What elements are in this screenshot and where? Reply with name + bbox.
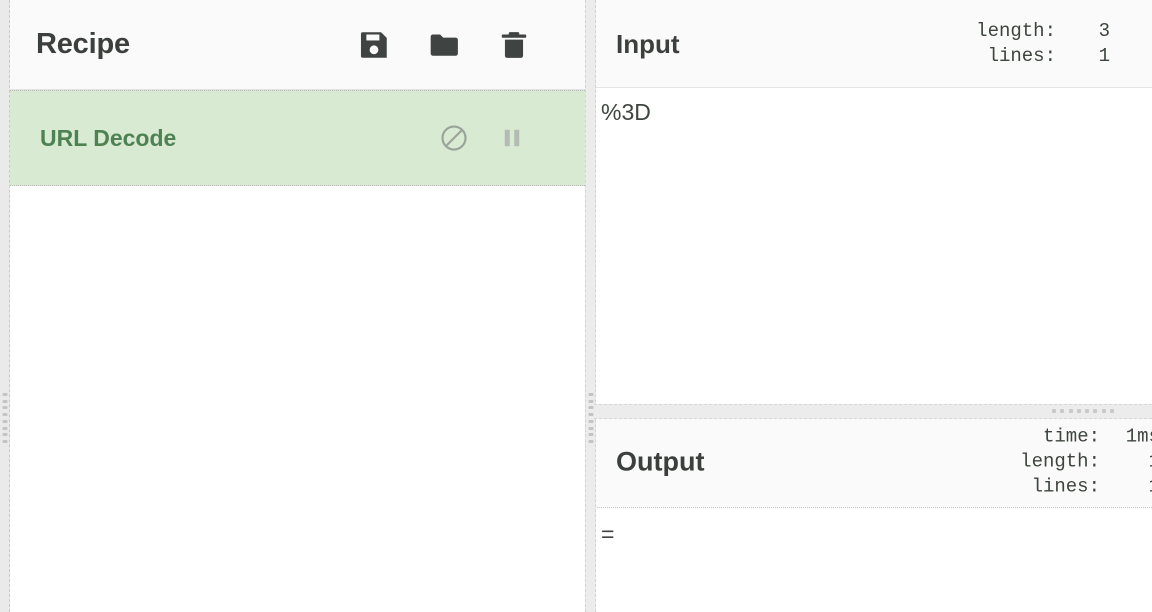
input-length-value: 3 (1098, 19, 1110, 42)
left-splitter-gutter[interactable] (0, 0, 10, 612)
io-column: Input length: 3 lines: 1 %3D Output time… (594, 0, 1152, 612)
splitter-grip (588, 393, 593, 443)
input-body: %3D (594, 88, 1152, 404)
input-output-splitter-gutter[interactable] (594, 404, 1152, 419)
recipe-title: Recipe (36, 28, 130, 60)
clear-recipe-button[interactable] (497, 28, 531, 62)
output-length-label: length: (1020, 450, 1100, 473)
output-pane: Output time: 1ms length: 1 lines: 1 = (594, 417, 1152, 612)
input-lines-label: lines: (987, 44, 1056, 67)
input-title: Input (616, 28, 680, 59)
breakpoint-pause-icon[interactable] (497, 123, 527, 153)
output-title: Output (616, 446, 705, 477)
recipe-pane: Recipe URL Decode (10, 0, 585, 612)
output-time-label: time: (1042, 425, 1100, 448)
output-length-value: 1 (1114, 449, 1152, 474)
input-meta: length: 3 lines: 1 (976, 18, 1110, 68)
recipe-title-bar: Recipe (10, 0, 585, 90)
input-textarea[interactable]: %3D (598, 98, 1152, 138)
recipe-operation-list: URL Decode (10, 90, 585, 186)
output-time-value: 1ms (1125, 425, 1152, 448)
operation-title: URL Decode (40, 124, 177, 151)
output-header: Output time: 1ms length: 1 lines: 1 (594, 417, 1152, 508)
output-lines-label: lines: (1031, 475, 1100, 498)
output-meta: time: 1ms length: 1 lines: 1 (1020, 424, 1152, 499)
input-length-label: length: (976, 19, 1056, 42)
input-lines-value: 1 (1098, 44, 1110, 67)
output-body: = (594, 508, 1152, 612)
splitter-grip (1052, 409, 1114, 414)
operation-controls (439, 123, 527, 153)
load-recipe-button[interactable] (427, 28, 461, 62)
cyberchef-app: Recipe URL Decode Input length: 3 lines:… (0, 0, 1152, 612)
save-recipe-button[interactable] (357, 28, 391, 62)
input-header: Input length: 3 lines: 1 (594, 0, 1152, 88)
output-lines-value: 1 (1114, 475, 1152, 500)
recipe-controls (357, 28, 531, 62)
input-pane: Input length: 3 lines: 1 %3D (594, 0, 1152, 404)
splitter-grip (2, 393, 7, 443)
recipe-io-splitter-gutter[interactable] (585, 0, 596, 612)
disable-operation-icon[interactable] (439, 123, 469, 153)
recipe-operation-url-decode[interactable]: URL Decode (10, 90, 585, 186)
output-text[interactable]: = (598, 520, 1152, 560)
